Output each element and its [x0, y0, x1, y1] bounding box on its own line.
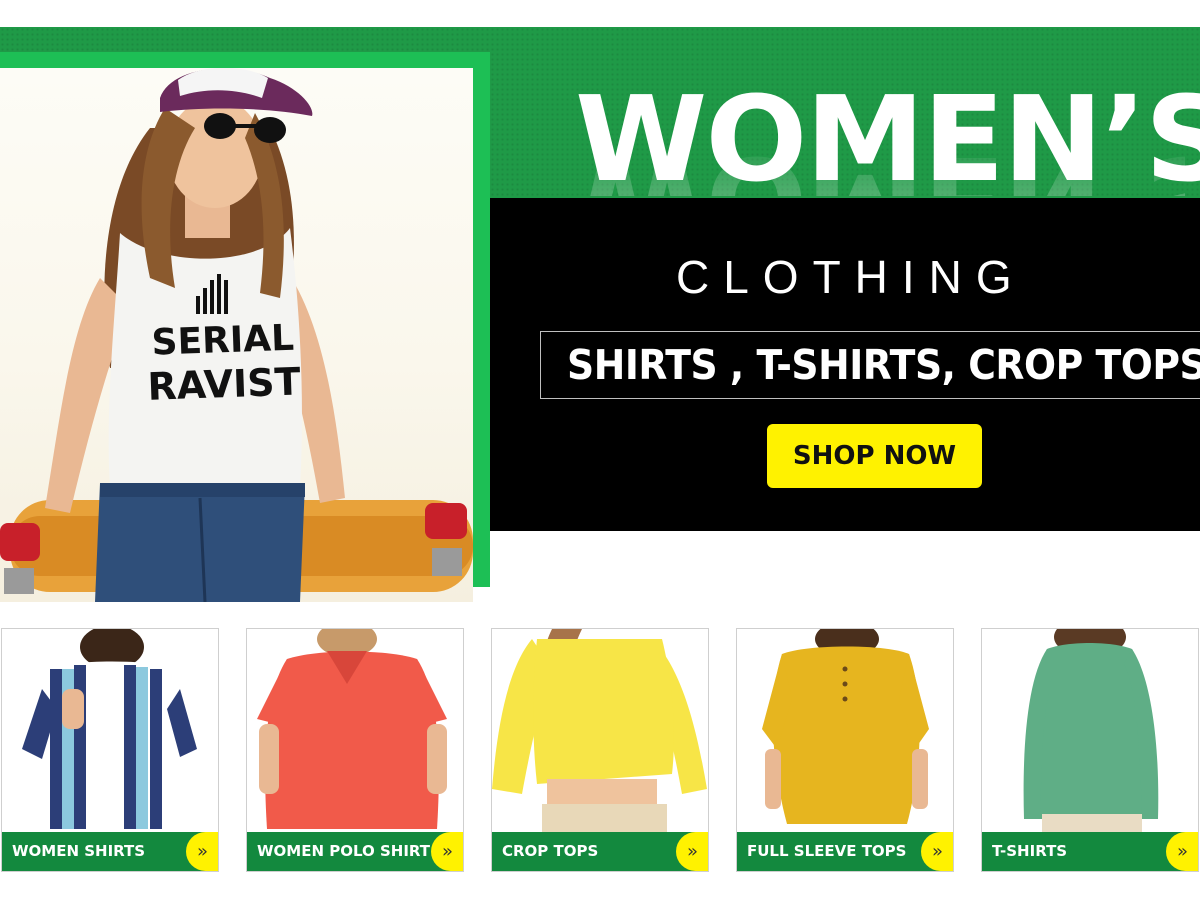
product-label: CROP TOPS — [502, 842, 599, 860]
product-label: T-SHIRTS — [992, 842, 1068, 860]
product-card-full-sleeve-tops[interactable]: FULL SLEEVE TOPS » — [736, 628, 954, 872]
product-label: FULL SLEEVE TOPS — [747, 842, 907, 860]
product-card-t-shirts[interactable]: T-SHIRTS » — [981, 628, 1199, 872]
product-label-bar: T-SHIRTS » — [982, 832, 1198, 871]
product-label-bar: CROP TOPS » — [492, 832, 708, 871]
shirt-print-line2: RAVIST — [147, 359, 301, 408]
hero-model-photo: SERIAL RAVIST — [0, 68, 473, 602]
product-label: WOMEN SHIRTS — [12, 842, 146, 860]
shop-now-button[interactable]: SHOP NOW — [767, 424, 982, 488]
product-label: WOMEN POLO SHIRT — [257, 842, 431, 860]
product-label-bar: WOMEN POLO SHIRT » — [247, 832, 463, 871]
product-card-women-shirts[interactable]: WOMEN SHIRTS » — [1, 628, 219, 872]
product-card-crop-tops[interactable]: CROP TOPS » — [491, 628, 709, 872]
shirt-print-line1: SERIAL — [151, 318, 295, 364]
product-card-women-polo-shirt[interactable]: WOMEN POLO SHIRT » — [246, 628, 464, 872]
hero-headline-reflection: WOMEN’S — [575, 136, 1185, 196]
chevron-double-right-icon[interactable]: » — [1166, 832, 1198, 871]
chevron-double-right-icon[interactable]: » — [921, 832, 953, 871]
chevron-double-right-icon[interactable]: » — [676, 832, 708, 871]
chevron-double-right-icon[interactable]: » — [431, 832, 463, 871]
hero-banner: SERIAL RAVIST WOMEN’S WOMEN’S CLOTHING S… — [0, 0, 1200, 610]
hero-subheadline: CLOTHING — [676, 251, 1026, 303]
product-label-bar: WOMEN SHIRTS » — [2, 832, 218, 871]
hero-categories-box: SHIRTS , T-SHIRTS, CROP TOPS — [540, 331, 1200, 399]
chevron-double-right-icon[interactable]: » — [186, 832, 218, 871]
hero-categories-text: SHIRTS , T-SHIRTS, CROP TOPS — [567, 341, 1200, 389]
product-label-bar: FULL SLEEVE TOPS » — [737, 832, 953, 871]
